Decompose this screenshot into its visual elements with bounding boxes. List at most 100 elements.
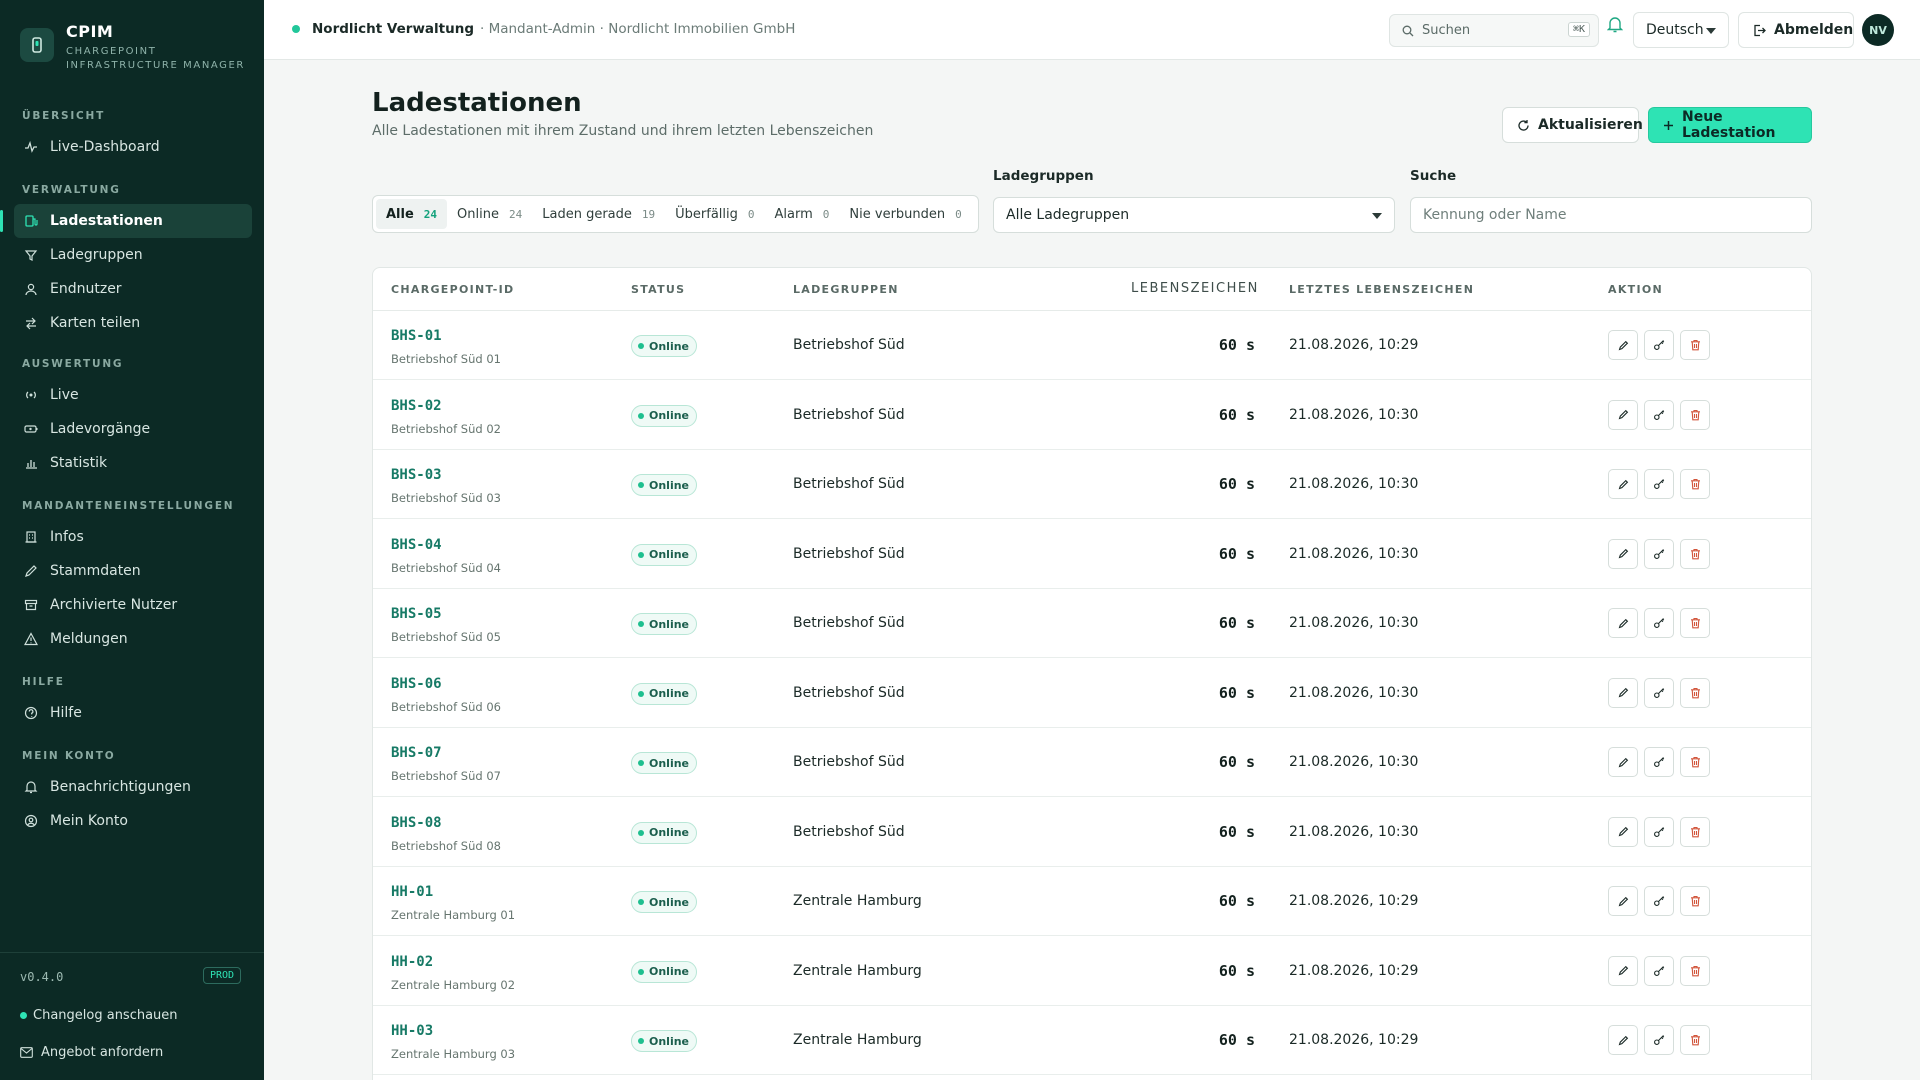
edit-button[interactable] <box>1608 747 1638 777</box>
delete-button[interactable] <box>1680 608 1710 638</box>
sidebar-item-karten-teilen[interactable]: Karten teilen <box>14 306 252 340</box>
chargepoint-id-link[interactable]: BHS-03 <box>391 467 442 483</box>
search-input[interactable] <box>1410 197 1812 233</box>
sidebar-item-ladevorgaenge[interactable]: Ladevorgänge <box>14 412 252 446</box>
sidebar-item-ladegruppen[interactable]: Ladegruppen <box>14 238 252 272</box>
filter-tab-label: Online <box>457 206 499 222</box>
sidebar-item-mein-konto[interactable]: Mein Konto <box>14 804 252 838</box>
offer-label: Angebot anfordern <box>41 1045 164 1060</box>
chargepoint-id-link[interactable]: BHS-06 <box>391 676 442 692</box>
delete-button[interactable] <box>1680 886 1710 916</box>
sidebar-item-archivierte-nutzer[interactable]: Archivierte Nutzer <box>14 588 252 622</box>
filter-tab-alarm[interactable]: Alarm 0 <box>765 199 840 229</box>
delete-button[interactable] <box>1680 816 1710 847</box>
sidebar-item-stammdaten[interactable]: Stammdaten <box>14 554 252 588</box>
new-chargepoint-button[interactable]: Neue Ladestation <box>1648 107 1812 143</box>
table-row[interactable]: BHS-01 Betriebshof Süd 01 Online Betrieb… <box>373 312 1811 380</box>
edit-button[interactable] <box>1608 538 1638 569</box>
offer-link[interactable]: Angebot anfordern <box>20 1045 163 1060</box>
chargepoint-id-link[interactable]: BHS-04 <box>391 537 442 553</box>
key-button[interactable] <box>1644 886 1674 916</box>
edit-button[interactable] <box>1608 816 1638 847</box>
table-row[interactable]: BHS-08 Betriebshof Süd 08 Online Betrieb… <box>373 799 1811 867</box>
sidebar-item-statistik[interactable]: Statistik <box>14 446 252 480</box>
key-button[interactable] <box>1644 469 1674 499</box>
sidebar-item-endnutzer[interactable]: Endnutzer <box>14 272 252 306</box>
edit-button[interactable] <box>1608 330 1638 360</box>
changelog-link[interactable]: Changelog anschauen <box>20 1008 178 1023</box>
chargepoint-id-link[interactable]: BHS-02 <box>391 398 442 414</box>
edit-button[interactable] <box>1608 469 1638 499</box>
status-badge: Online <box>631 543 698 566</box>
language-select[interactable]: Deutsch <box>1633 12 1729 48</box>
chargepoint-id-link[interactable]: HH-03 <box>391 1023 433 1039</box>
sidebar-item-benachrichtigungen[interactable]: Benachrichtigungen <box>14 770 252 804</box>
pencil-icon <box>1618 548 1629 559</box>
edit-button[interactable] <box>1608 399 1638 430</box>
status-dot <box>638 899 644 905</box>
delete-button[interactable] <box>1680 677 1710 708</box>
chargepoint-id-link[interactable]: BHS-07 <box>391 745 442 761</box>
chargepoint-id-link[interactable]: HH-01 <box>391 884 433 900</box>
key-button[interactable] <box>1644 1025 1674 1055</box>
avatar[interactable]: NV <box>1862 14 1894 46</box>
chevron-down-icon <box>1372 213 1382 219</box>
chargepoint-id-link[interactable]: BHS-01 <box>391 328 442 344</box>
sidebar-item-meldungen[interactable]: Meldungen <box>14 622 252 656</box>
key-button[interactable] <box>1644 608 1674 638</box>
edit-button[interactable] <box>1608 677 1638 708</box>
key-button[interactable] <box>1644 816 1674 847</box>
filter-tab-ueberfaellig[interactable]: Überfällig 0 <box>665 199 764 229</box>
edit-button[interactable] <box>1608 955 1638 986</box>
status-badge: Online <box>631 821 698 844</box>
filter-tab-nie-verbunden[interactable]: Nie verbunden 0 <box>839 199 971 229</box>
chargegroup-name: Betriebshof Süd <box>793 823 905 840</box>
global-search[interactable]: Suchen ⌘K <box>1389 14 1599 47</box>
broadcast-icon <box>22 386 40 404</box>
chargepoint-id-link[interactable]: BHS-08 <box>391 815 442 831</box>
sidebar-item-live[interactable]: Live <box>14 378 252 412</box>
edit-button[interactable] <box>1608 608 1638 638</box>
chargepoint-id-link[interactable]: BHS-05 <box>391 606 442 622</box>
key-button[interactable] <box>1644 399 1674 430</box>
edit-button[interactable] <box>1608 1025 1638 1055</box>
pencil-icon <box>22 562 40 580</box>
table-row[interactable]: HH-01 Zentrale Hamburg 01 Online Zentral… <box>373 868 1811 936</box>
filter-tab-online[interactable]: Online 24 <box>447 199 532 229</box>
table-row[interactable]: BHS-06 Betriebshof Süd 06 Online Betrieb… <box>373 660 1811 728</box>
filter-tab-alle[interactable]: Alle 24 <box>376 199 448 229</box>
table-row[interactable]: BHS-02 Betriebshof Süd 02 Online Betrieb… <box>373 382 1811 450</box>
filter-tab-laden-gerade[interactable]: Laden gerade 19 <box>532 199 665 229</box>
search-shortcut: ⌘K <box>1567 22 1590 37</box>
delete-button[interactable] <box>1680 747 1710 777</box>
table-row[interactable]: BHS-07 Betriebshof Süd 07 Online Betrieb… <box>373 729 1811 797</box>
notifications-bell-icon[interactable] <box>1606 16 1624 38</box>
filter-tab-label: Alle <box>386 206 414 222</box>
sidebar-item-live-dashboard[interactable]: Live-Dashboard <box>14 130 252 164</box>
key-button[interactable] <box>1644 955 1674 986</box>
table-row[interactable]: BHS-04 Betriebshof Süd 04 Online Betrieb… <box>373 521 1811 589</box>
key-button[interactable] <box>1644 747 1674 777</box>
refresh-button[interactable]: Aktualisieren <box>1502 107 1643 143</box>
delete-button[interactable] <box>1680 399 1710 430</box>
chargepoint-id-link[interactable]: HH-02 <box>391 954 433 970</box>
sidebar-item-ladestationen[interactable]: Ladestationen <box>0 204 252 238</box>
delete-button[interactable] <box>1680 469 1710 499</box>
delete-button[interactable] <box>1680 538 1710 569</box>
edit-button[interactable] <box>1608 886 1638 916</box>
delete-button[interactable] <box>1680 1025 1710 1055</box>
brand[interactable]: CPIM CHARGEPOINT INFRASTRUCTURE MANAGER <box>20 22 245 73</box>
table-row[interactable]: BHS-03 Betriebshof Süd 03 Online Betrieb… <box>373 451 1811 519</box>
group-filter-select[interactable]: Alle Ladegruppen <box>993 197 1395 233</box>
sidebar-item-infos[interactable]: Infos <box>14 520 252 554</box>
sidebar-item-hilfe[interactable]: Hilfe <box>14 696 252 730</box>
table-row[interactable]: BHS-05 Betriebshof Süd 05 Online Betrieb… <box>373 590 1811 658</box>
key-button[interactable] <box>1644 330 1674 360</box>
key-button[interactable] <box>1644 677 1674 708</box>
table-row[interactable]: HH-03 Zentrale Hamburg 03 Online Zentral… <box>373 1007 1811 1075</box>
table-row[interactable]: HH-02 Zentrale Hamburg 02 Online Zentral… <box>373 938 1811 1006</box>
logout-button[interactable]: Abmelden <box>1738 12 1854 48</box>
delete-button[interactable] <box>1680 330 1710 360</box>
key-button[interactable] <box>1644 538 1674 569</box>
delete-button[interactable] <box>1680 955 1710 986</box>
